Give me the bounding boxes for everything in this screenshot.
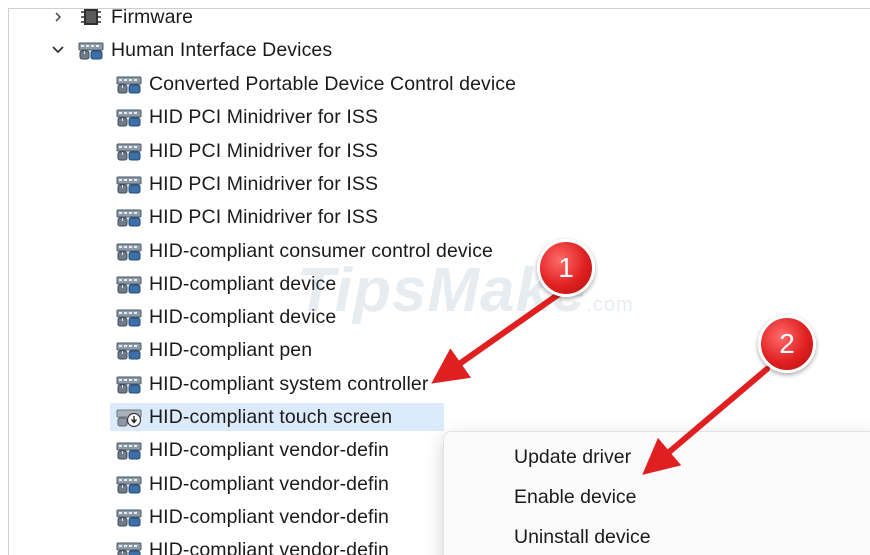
arrow-to-enable-device — [655, 369, 767, 464]
annotation-arrows — [9, 9, 870, 555]
arrow-to-touch-screen — [445, 294, 559, 374]
device-manager-panel: Firmware Human Interface Devices — [8, 8, 870, 555]
annotation-badge-1: 1 — [537, 239, 595, 297]
annotation-badge-2: 2 — [758, 315, 816, 373]
